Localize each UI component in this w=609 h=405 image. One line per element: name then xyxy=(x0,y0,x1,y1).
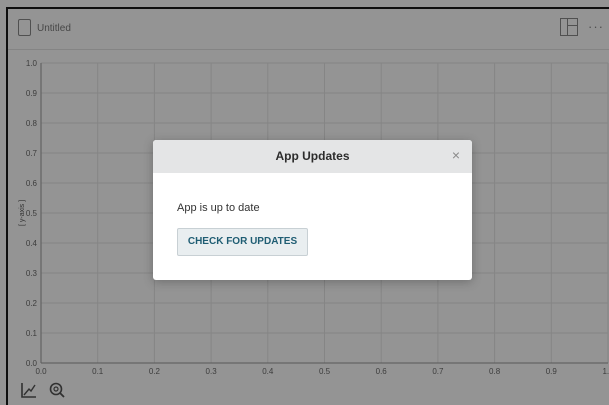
status-message: App is up to date xyxy=(177,202,260,214)
close-icon[interactable]: × xyxy=(452,147,460,163)
app-updates-dialog: App Updates × App is up to date CHECK FO… xyxy=(153,140,472,280)
dialog-title: App Updates xyxy=(275,149,350,163)
check-for-updates-button[interactable]: CHECK FOR UPDATES xyxy=(177,228,308,256)
dialog-header: App Updates × xyxy=(153,140,472,173)
